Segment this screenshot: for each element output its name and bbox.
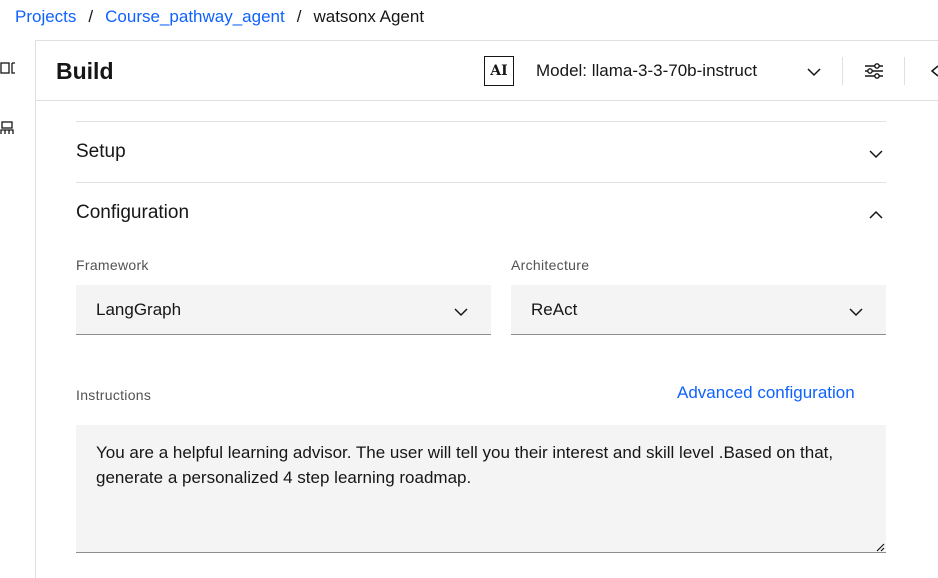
agent-builder-page: Projects / Course_pathway_agent / watson… bbox=[0, 0, 938, 578]
robot-icon[interactable] bbox=[0, 120, 16, 136]
framework-value: LangGraph bbox=[96, 299, 182, 319]
page-title: Build bbox=[56, 58, 114, 84]
configuration-title: Configuration bbox=[76, 202, 190, 223]
framework-dropdown[interactable]: LangGraph bbox=[76, 285, 491, 335]
chevron-left-icon bbox=[930, 65, 938, 77]
chevron-down-icon bbox=[807, 68, 821, 77]
configuration-accordion-header[interactable]: Configuration bbox=[76, 183, 886, 243]
header-divider bbox=[904, 57, 905, 85]
breadcrumb-current: watsonx Agent bbox=[313, 7, 425, 26]
build-header: Build AI Model: llama-3-3-70b-instruct bbox=[36, 40, 938, 101]
sliders-icon bbox=[865, 63, 883, 79]
breadcrumb: Projects / Course_pathway_agent / watson… bbox=[15, 5, 424, 29]
header-divider bbox=[842, 57, 843, 85]
collapse-panel-button[interactable] bbox=[926, 57, 938, 85]
breadcrumb-project-link[interactable]: Course_pathway_agent bbox=[105, 7, 285, 27]
setup-accordion-header[interactable]: Setup bbox=[76, 122, 886, 182]
architecture-label: Architecture bbox=[511, 257, 590, 273]
breadcrumb-separator: / bbox=[88, 7, 94, 26]
model-selector[interactable]: Model: llama-3-3-70b-instruct bbox=[536, 51, 836, 91]
framework-label: Framework bbox=[76, 257, 149, 273]
advanced-configuration-link[interactable]: Advanced configuration bbox=[677, 383, 855, 403]
setup-title: Setup bbox=[76, 141, 126, 162]
ai-badge: AI bbox=[484, 56, 514, 86]
architecture-dropdown[interactable]: ReAct bbox=[511, 285, 886, 335]
instructions-label: Instructions bbox=[76, 387, 152, 403]
left-rail bbox=[0, 40, 36, 578]
chevron-down-icon bbox=[454, 308, 468, 317]
model-settings-button[interactable] bbox=[860, 57, 888, 85]
model-selector-label: Model: llama-3-3-70b-instruct bbox=[536, 61, 758, 80]
breadcrumb-separator: / bbox=[296, 7, 302, 26]
chevron-up-icon bbox=[869, 210, 883, 219]
chevron-down-icon bbox=[849, 308, 863, 317]
resize-handle-icon[interactable] bbox=[873, 540, 885, 552]
chevron-down-icon bbox=[869, 150, 883, 159]
architecture-value: ReAct bbox=[531, 299, 578, 319]
layout-icon[interactable] bbox=[0, 60, 16, 76]
instructions-textarea[interactable]: You are a helpful learning advisor. The … bbox=[76, 425, 886, 553]
breadcrumb-projects-link[interactable]: Projects bbox=[15, 7, 76, 27]
